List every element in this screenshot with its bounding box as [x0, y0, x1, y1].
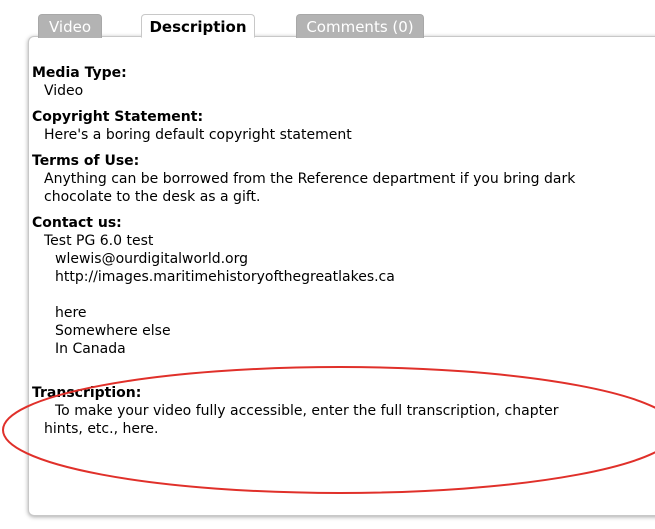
contact-name: Test PG 6.0 test [44, 233, 154, 249]
description-content: Media Type: Video Copyright Statement: H… [32, 64, 655, 446]
contact-spacer [32, 286, 655, 304]
contact-email[interactable]: wlewis@ourdigitalworld.org [32, 250, 655, 268]
terms-section: Terms of Use: Anything can be borrowed f… [32, 152, 655, 206]
transcription-label: Transcription: [32, 385, 142, 401]
contact-address-line-1: here [55, 305, 87, 321]
media-type-label: Media Type: [32, 65, 127, 81]
transcription-line-1: To make your video fully accessible, ent… [55, 403, 559, 419]
contact-label: Contact us: [32, 215, 122, 231]
contact-url[interactable]: http://images.maritimehistoryofthegreatl… [32, 268, 655, 286]
media-type-value: Video [44, 83, 84, 99]
terms-line-1: Anything can be borrowed from the Refere… [44, 171, 576, 187]
contact-address-line-2: Somewhere else [55, 323, 171, 339]
copyright-section: Copyright Statement: Here's a boring def… [32, 108, 655, 144]
transcription-section: Transcription: To make your video fully … [32, 384, 655, 438]
terms-label: Terms of Use: [32, 153, 140, 169]
contact-section: Contact us: Test PG 6.0 test wlewis@ourd… [32, 214, 655, 358]
terms-line-2: chocolate to the desk as a gift. [44, 189, 261, 205]
contact-address-line-3: In Canada [55, 341, 126, 357]
tab-video[interactable]: Video [38, 14, 102, 38]
copyright-value: Here's a boring default copyright statem… [44, 127, 352, 143]
tab-comments[interactable]: Comments (0) [296, 14, 424, 38]
copyright-label: Copyright Statement: [32, 109, 204, 125]
transcription-line-2: hints, etc., here. [44, 421, 159, 437]
media-type-section: Media Type: Video [32, 64, 655, 100]
tab-description[interactable]: Description [141, 14, 255, 38]
